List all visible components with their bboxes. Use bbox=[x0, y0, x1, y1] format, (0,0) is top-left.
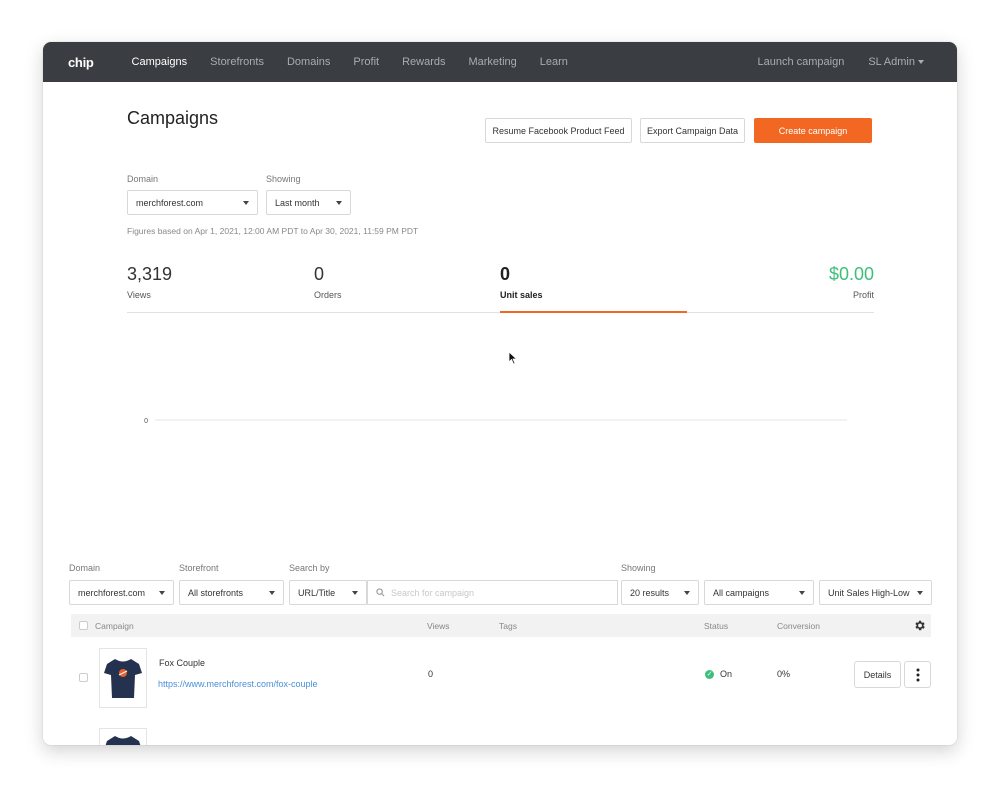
col-status[interactable]: Status bbox=[704, 621, 728, 631]
create-campaign-button[interactable]: Create campaign bbox=[754, 118, 872, 143]
row-views: 0 bbox=[428, 669, 434, 679]
domain-filter-label: Domain bbox=[127, 174, 159, 184]
tshirt-icon bbox=[105, 735, 141, 745]
nav-domains[interactable]: Domains bbox=[287, 56, 330, 68]
views-label: Views bbox=[127, 290, 151, 300]
campaign-search[interactable] bbox=[367, 580, 618, 605]
y-tick-label: 0 bbox=[144, 418, 148, 425]
date-range-note: Figures based on Apr 1, 2021, 12:00 AM P… bbox=[127, 226, 419, 236]
orders-value: 0 bbox=[314, 264, 325, 284]
resume-facebook-feed-button[interactable]: Resume Facebook Product Feed bbox=[485, 118, 632, 143]
date-range-value: Last month bbox=[275, 197, 320, 208]
sort-value: Unit Sales High-Low bbox=[828, 587, 910, 598]
product-thumbnail-partial[interactable] bbox=[99, 728, 147, 745]
chip-logo[interactable]: chip bbox=[68, 55, 94, 70]
nav-right: Launch campaign SL Admin bbox=[757, 56, 957, 68]
campaign-status-select[interactable]: All campaigns bbox=[704, 580, 814, 605]
chevron-down-icon bbox=[336, 200, 342, 205]
campaign-name[interactable]: Fox Couple bbox=[159, 658, 205, 668]
showing-label: Showing bbox=[621, 563, 656, 573]
domain-select-value: merchforest.com bbox=[136, 197, 204, 208]
more-options-button[interactable] bbox=[904, 661, 931, 688]
table-domain-value: merchforest.com bbox=[78, 587, 146, 598]
top-navigation: chip Campaigns Storefronts Domains Profi… bbox=[43, 42, 957, 82]
select-all-checkbox[interactable] bbox=[79, 621, 88, 630]
product-thumbnail[interactable] bbox=[99, 648, 147, 708]
admin-label: SL Admin bbox=[868, 56, 915, 68]
nav-storefronts[interactable]: Storefronts bbox=[210, 56, 264, 68]
mouse-cursor-icon bbox=[508, 351, 518, 365]
metric-views[interactable]: 3,319 Views bbox=[127, 264, 172, 300]
nav-profit[interactable]: Profit bbox=[353, 56, 379, 68]
nav-marketing[interactable]: Marketing bbox=[468, 56, 516, 68]
results-count-value: 20 results bbox=[630, 587, 670, 598]
views-value: 3,319 bbox=[127, 264, 173, 284]
nav-launch-campaign[interactable]: Launch campaign bbox=[757, 56, 844, 68]
metric-orders[interactable]: 0 Orders bbox=[314, 264, 342, 300]
nav-learn[interactable]: Learn bbox=[540, 56, 568, 68]
search-input[interactable] bbox=[391, 587, 611, 598]
page-title: Campaigns bbox=[127, 108, 219, 128]
active-metric-indicator bbox=[500, 311, 687, 313]
storefront-value: All storefronts bbox=[188, 587, 244, 598]
search-icon bbox=[376, 588, 385, 597]
col-campaign[interactable]: Campaign bbox=[95, 621, 134, 631]
metric-profit[interactable]: $0.00 Profit bbox=[829, 264, 874, 300]
row-checkbox[interactable] bbox=[79, 673, 88, 682]
row-conversion: 0% bbox=[777, 669, 791, 679]
campaign-url-link[interactable]: https://www.merchforest.com/fox-couple bbox=[158, 679, 318, 689]
table-header: Campaign Views Tags Status Conversion bbox=[71, 614, 931, 637]
chevron-down-icon bbox=[799, 590, 805, 595]
chevron-down-icon bbox=[917, 590, 923, 595]
domain-select[interactable]: merchforest.com bbox=[127, 190, 258, 215]
details-button[interactable]: Details bbox=[854, 661, 901, 688]
table-domain-select[interactable]: merchforest.com bbox=[69, 580, 174, 605]
results-count-select[interactable]: 20 results bbox=[621, 580, 699, 605]
sort-select[interactable]: Unit Sales High-Low bbox=[819, 580, 932, 605]
profit-value: $0.00 bbox=[828, 264, 874, 284]
tshirt-icon bbox=[104, 659, 142, 698]
admin-menu[interactable]: SL Admin bbox=[868, 56, 924, 68]
chevron-down-icon bbox=[918, 60, 924, 65]
row-status[interactable]: ✓ On bbox=[705, 669, 733, 680]
search-by-select[interactable]: URL/Title bbox=[289, 580, 367, 605]
check-circle-icon: ✓ bbox=[705, 670, 714, 680]
col-views[interactable]: Views bbox=[427, 621, 450, 631]
table-domain-label: Domain bbox=[69, 563, 101, 573]
table-row: Fox Couple https://www.merchforest.com/f… bbox=[71, 646, 931, 710]
chevron-down-icon bbox=[352, 590, 358, 595]
export-campaign-data-button[interactable]: Export Campaign Data bbox=[640, 118, 745, 143]
unit-sales-chart: 0April 1April 5April 9April 13April 17Ap… bbox=[144, 418, 847, 425]
col-conversion[interactable]: Conversion bbox=[777, 621, 820, 631]
app-window: chip Campaigns Storefronts Domains Profi… bbox=[43, 42, 957, 745]
storefront-select[interactable]: All storefronts bbox=[179, 580, 284, 605]
profit-label: Profit bbox=[852, 290, 874, 300]
more-vertical-icon bbox=[916, 668, 919, 681]
date-range-select[interactable]: Last month bbox=[266, 190, 351, 215]
row-status-label: On bbox=[720, 669, 733, 679]
unit-sales-value: 0 bbox=[500, 264, 511, 284]
gear-icon[interactable] bbox=[913, 619, 926, 632]
metric-unit-sales[interactable]: 0 Unit sales bbox=[500, 264, 543, 300]
chevron-down-icon bbox=[243, 200, 249, 205]
chevron-down-icon bbox=[269, 590, 275, 595]
search-by-value: URL/Title bbox=[298, 587, 336, 598]
showing-filter-label: Showing bbox=[266, 174, 301, 184]
nav-campaigns[interactable]: Campaigns bbox=[132, 56, 188, 68]
search-by-label: Search by bbox=[289, 563, 330, 573]
chevron-down-icon bbox=[684, 590, 690, 595]
chevron-down-icon bbox=[159, 590, 165, 595]
orders-label: Orders bbox=[314, 290, 342, 300]
col-tags: Tags bbox=[499, 621, 517, 631]
campaign-status-value: All campaigns bbox=[713, 587, 770, 598]
storefront-label: Storefront bbox=[179, 563, 219, 573]
unit-sales-label: Unit sales bbox=[500, 290, 543, 300]
nav-rewards[interactable]: Rewards bbox=[402, 56, 445, 68]
